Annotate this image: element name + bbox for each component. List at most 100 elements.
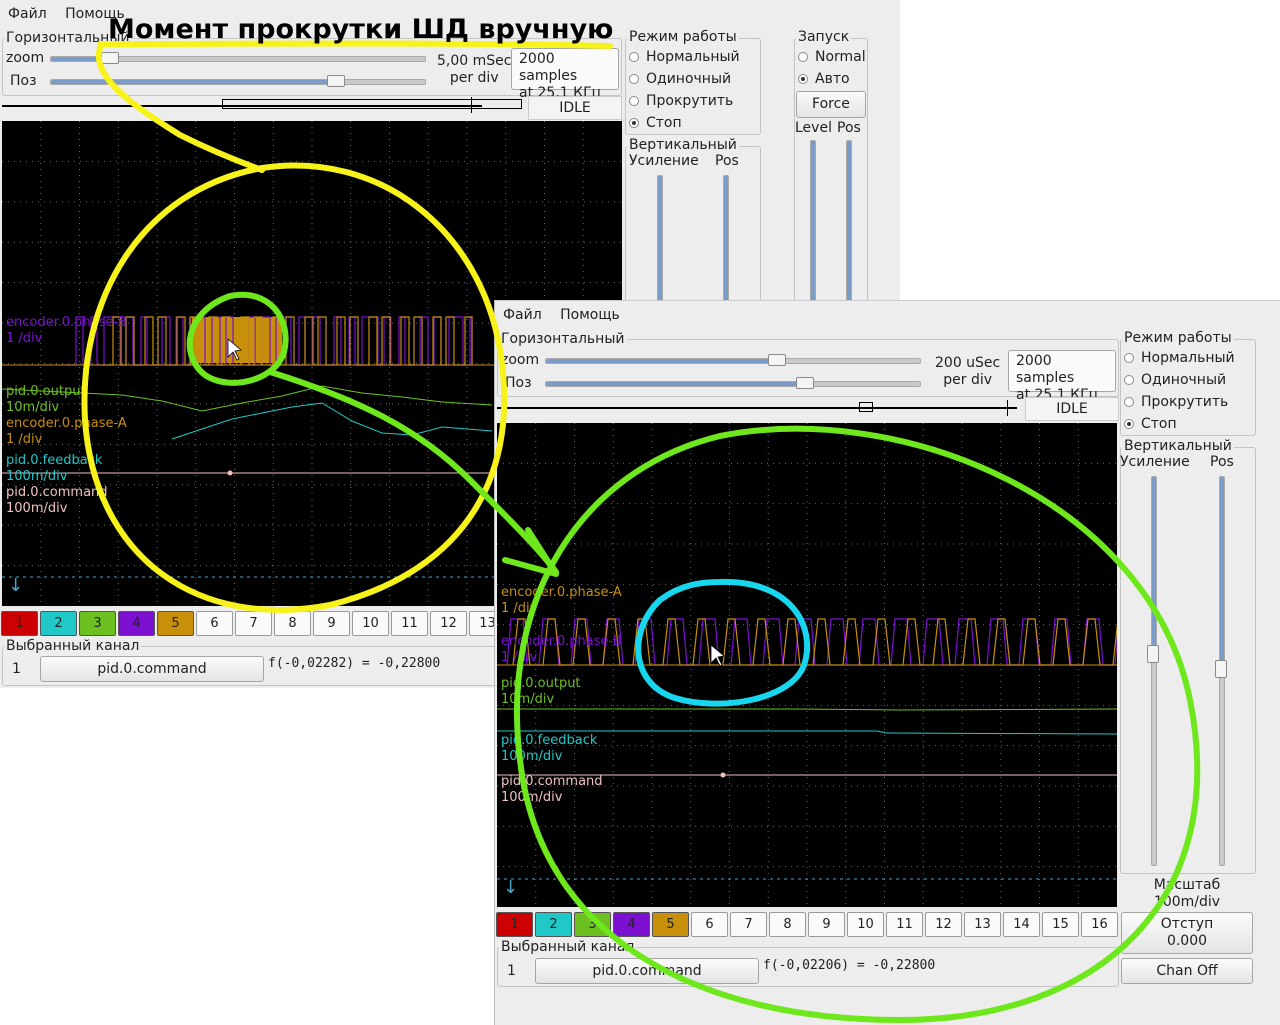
zoom-slider[interactable] bbox=[50, 52, 426, 64]
selected-channel-index: 1 bbox=[507, 963, 516, 979]
channel-button-2[interactable]: 2 bbox=[40, 611, 77, 636]
phase-a-trace bbox=[102, 316, 473, 366]
pid-feedback-trace bbox=[171, 402, 493, 440]
vertical-pos-label: Pos bbox=[1210, 454, 1234, 470]
pos-label: Поз bbox=[505, 375, 532, 391]
trigger-auto-radio[interactable]: Авто bbox=[798, 71, 850, 87]
channel-button-4[interactable]: 4 bbox=[118, 611, 155, 636]
trigger-arrow-icon: ↓ bbox=[8, 575, 24, 596]
channel-button-9[interactable]: 9 bbox=[313, 611, 350, 636]
zoom-slider[interactable] bbox=[545, 354, 921, 366]
zoom-slider-handle[interactable] bbox=[101, 52, 119, 64]
selected-channel-title: Выбранный канал bbox=[4, 638, 142, 654]
vertical-gain-label: Усиление bbox=[1120, 454, 1190, 470]
zoom-slider-handle[interactable] bbox=[768, 354, 786, 366]
scale-readout: Масштаб 100m/div bbox=[1153, 877, 1221, 910]
mode-stop-radio[interactable]: Стоп bbox=[1124, 416, 1177, 432]
channel-label-pid-command: pid.0.command 100m/div bbox=[6, 485, 108, 516]
trigger-normal-radio[interactable]: Normal bbox=[798, 49, 866, 65]
mode-single-radio[interactable]: Одиночный bbox=[1124, 372, 1226, 388]
channel-button-11[interactable]: 11 bbox=[391, 611, 428, 636]
scope-display[interactable]: encoder.0.phase-A 1 /div encoder.0.phase-… bbox=[497, 423, 1117, 907]
channel-buttons: 1 2 3 4 5 6 7 8 9 10 11 12 13 bbox=[1, 611, 508, 636]
pos-slider-handle[interactable] bbox=[796, 377, 814, 389]
pos-slider[interactable] bbox=[50, 75, 426, 87]
channel-button-7[interactable]: 7 bbox=[730, 912, 767, 937]
record-position-bar[interactable] bbox=[497, 400, 1019, 416]
channel-button-11[interactable]: 11 bbox=[886, 912, 923, 937]
channel-button-1[interactable]: 1 bbox=[1, 611, 38, 636]
zoom-label: zoom bbox=[6, 50, 45, 66]
menu-bar: Файл Помощь bbox=[503, 307, 634, 323]
channel-button-6[interactable]: 6 bbox=[196, 611, 233, 636]
channel-button-3[interactable]: 3 bbox=[79, 611, 116, 636]
channel-label-pid-feedback: pid.0.feedback 100m/div bbox=[501, 733, 598, 764]
selected-channel-button[interactable]: pid.0.command bbox=[40, 656, 264, 682]
channel-button-5[interactable]: 5 bbox=[157, 611, 194, 636]
channel-button-14[interactable]: 14 bbox=[1003, 912, 1040, 937]
mode-title: Режим работы bbox=[627, 29, 739, 45]
channel-button-8[interactable]: 8 bbox=[274, 611, 311, 636]
channel-label-phase-a: encoder.0.phase-A 1 /div bbox=[501, 585, 622, 616]
pos-slider-handle[interactable] bbox=[327, 75, 345, 87]
channel-button-3[interactable]: 3 bbox=[574, 912, 611, 937]
trigger-title: Запуск bbox=[796, 29, 852, 45]
channel-button-12[interactable]: 12 bbox=[430, 611, 467, 636]
horizontal-title: Горизонтальный bbox=[499, 331, 627, 347]
channel-button-4[interactable]: 4 bbox=[613, 912, 650, 937]
channel-button-2[interactable]: 2 bbox=[535, 912, 572, 937]
scope-window-2: Файл Помощь Горизонтальный zoom Поз 200 … bbox=[494, 300, 1280, 1025]
channel-button-5[interactable]: 5 bbox=[652, 912, 689, 937]
mode-stop-radio[interactable]: Стоп bbox=[629, 115, 682, 131]
gain-slider-handle[interactable] bbox=[1147, 645, 1159, 663]
gain-slider[interactable] bbox=[657, 175, 663, 302]
channel-button-6[interactable]: 6 bbox=[691, 912, 728, 937]
vertical-group bbox=[1120, 447, 1256, 874]
vertical-gain-label: Усиление bbox=[629, 153, 699, 169]
channel-label-phase-b: encoder.0.phase-B 1 /div bbox=[6, 315, 127, 346]
channel-button-10[interactable]: 10 bbox=[847, 912, 884, 937]
selected-channel-value: f(-0,02206) = -0,22800 bbox=[763, 958, 936, 973]
offset-button[interactable]: Отступ 0.000 bbox=[1121, 912, 1253, 954]
mode-roll-radio[interactable]: Прокрутить bbox=[1124, 394, 1228, 410]
menu-file[interactable]: Файл bbox=[8, 6, 47, 22]
cursor-marker bbox=[227, 470, 233, 476]
menu-file[interactable]: Файл bbox=[503, 307, 542, 323]
channel-button-9[interactable]: 9 bbox=[808, 912, 845, 937]
selected-channel-value: f(-0,02282) = -0,22800 bbox=[268, 656, 441, 671]
channel-button-1[interactable]: 1 bbox=[496, 912, 533, 937]
vertical-title: Вертикальный bbox=[1122, 438, 1234, 454]
channel-button-12[interactable]: 12 bbox=[925, 912, 962, 937]
trigger-arrow-icon: ↓ bbox=[503, 877, 519, 898]
channel-button-13[interactable]: 13 bbox=[964, 912, 1001, 937]
channel-button-7[interactable]: 7 bbox=[235, 611, 272, 636]
vpos-slider[interactable] bbox=[1215, 476, 1227, 866]
channel-label-pid-output: pid.0.output 10m/div bbox=[501, 676, 581, 707]
mode-normal-radio[interactable]: Нормальный bbox=[629, 49, 740, 65]
gain-slider[interactable] bbox=[1147, 476, 1159, 866]
mode-single-radio[interactable]: Одиночный bbox=[629, 71, 731, 87]
mode-title: Режим работы bbox=[1122, 330, 1234, 346]
vpos-slider[interactable] bbox=[723, 175, 729, 302]
channel-button-8[interactable]: 8 bbox=[769, 912, 806, 937]
cursor-marker bbox=[720, 772, 726, 778]
channel-button-10[interactable]: 10 bbox=[352, 611, 389, 636]
menu-help[interactable]: Помощь bbox=[560, 307, 620, 323]
pos-slider[interactable] bbox=[545, 377, 921, 389]
vpos-slider-handle[interactable] bbox=[1215, 660, 1227, 678]
record-position-bar[interactable] bbox=[2, 97, 524, 113]
channel-label-phase-a: encoder.0.phase-A 1 /div bbox=[6, 416, 127, 447]
zoom-value: 200 uSec per div bbox=[935, 355, 1001, 388]
trigger-pos-slider[interactable] bbox=[846, 140, 852, 302]
channel-button-16[interactable]: 16 bbox=[1081, 912, 1118, 937]
mode-normal-radio[interactable]: Нормальный bbox=[1124, 350, 1235, 366]
selected-channel-button[interactable]: pid.0.command bbox=[535, 958, 759, 984]
trigger-level-slider[interactable] bbox=[810, 140, 816, 302]
mode-roll-radio[interactable]: Прокрутить bbox=[629, 93, 733, 109]
samples-info: 2000 samples at 25,1 КГц bbox=[1008, 350, 1116, 403]
channel-button-15[interactable]: 15 bbox=[1042, 912, 1079, 937]
chan-off-button[interactable]: Chan Off bbox=[1121, 958, 1253, 984]
zoom-label: zoom bbox=[501, 352, 540, 368]
force-button[interactable]: Force bbox=[796, 91, 866, 118]
vertical-group bbox=[625, 146, 761, 308]
